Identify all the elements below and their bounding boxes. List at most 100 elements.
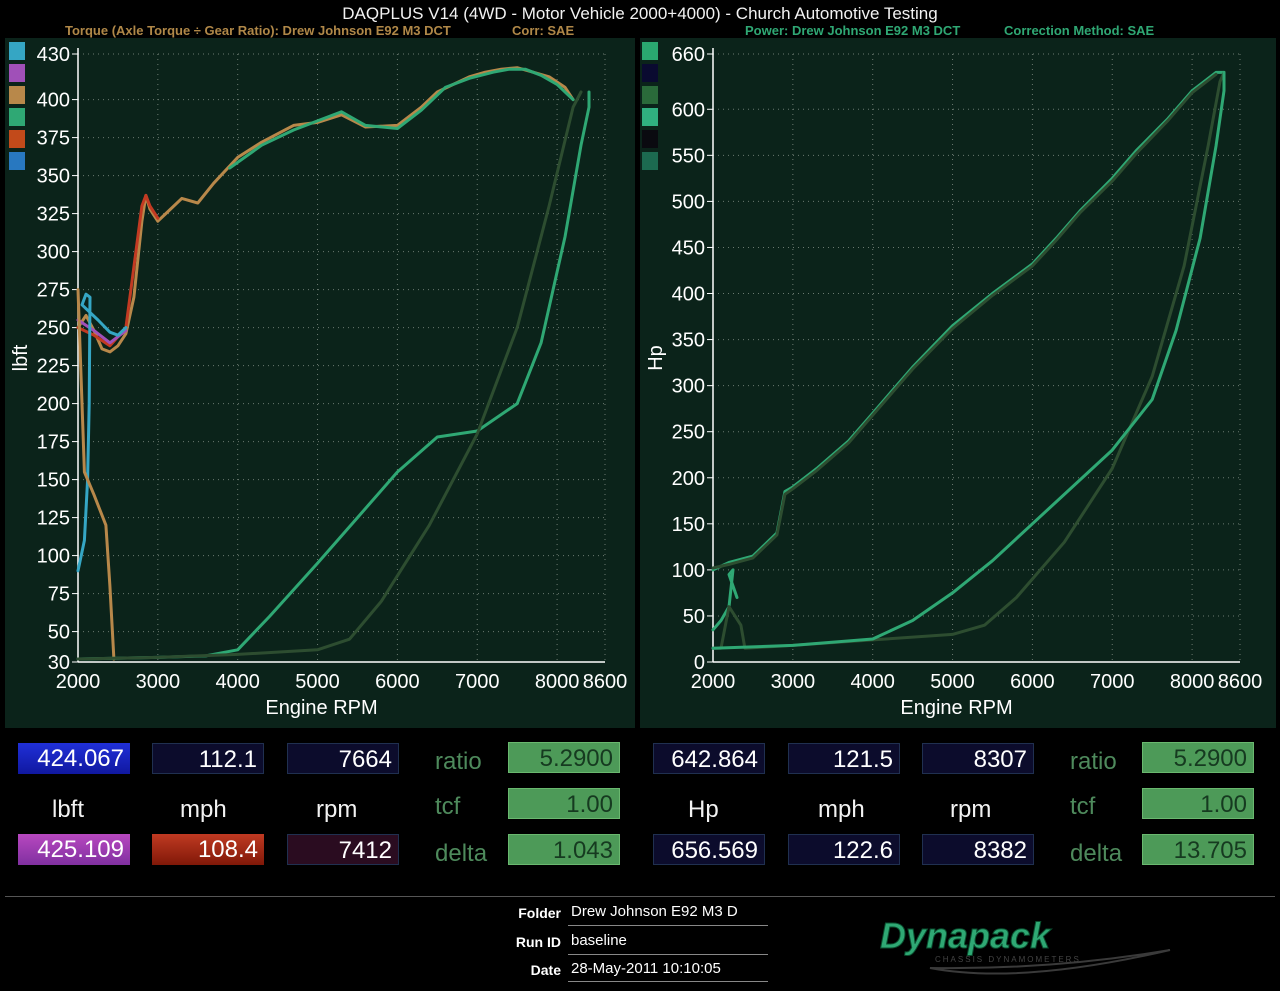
- y-tick-label: 100: [37, 546, 70, 568]
- x-tick-label: 3000: [771, 671, 816, 693]
- series-line-4: [711, 70, 1226, 650]
- y-tick-label: 275: [37, 280, 70, 302]
- legend-swatch-4: [9, 130, 25, 148]
- unit-mph: mph: [180, 796, 227, 823]
- date-value: 28-May-2011 10:10:05: [571, 960, 721, 977]
- series-line-3: [711, 70, 1226, 650]
- y-tick-label: 660: [672, 44, 705, 66]
- rpm-value-2: 8382: [922, 834, 1034, 865]
- legend-swatch-3: [642, 108, 658, 126]
- legend-swatch-5: [9, 152, 25, 170]
- y-tick-label: 300: [37, 242, 70, 264]
- y-tick-label: 50: [48, 622, 70, 644]
- x-tick-label: 5000: [295, 671, 340, 693]
- ratio-value: 5.2900: [1142, 742, 1254, 773]
- y-tick-label: 50: [683, 606, 705, 628]
- y-tick-label: 150: [672, 514, 705, 536]
- power-panel: 2000 3000 4000 5000 6000 7000 8000 8600 0 50 100 15…: [640, 38, 1276, 728]
- logo-text: Dynapack: [880, 915, 1052, 956]
- y-tick-label: 30: [48, 652, 70, 674]
- tcf-label: tcf: [1070, 793, 1096, 820]
- x-tick-label: 7000: [455, 671, 500, 693]
- unit-hp: Hp: [688, 796, 719, 823]
- rpm-value-1: 7664: [287, 743, 399, 774]
- ratio-label: ratio: [435, 748, 482, 775]
- legend-swatch-0: [642, 42, 658, 60]
- x-tick-label: 8000: [535, 671, 580, 693]
- x-tick-label: 4000: [215, 671, 260, 693]
- x-axis-label: Engine RPM: [265, 697, 377, 719]
- power-chart-title: Power: Drew Johnson E92 M3 DCT: [745, 23, 961, 38]
- series-line-5: [76, 90, 591, 661]
- x-tick-label: 5000: [930, 671, 975, 693]
- x-axis-label: Engine RPM: [900, 697, 1012, 719]
- runid-value: baseline: [571, 932, 627, 949]
- legend-swatch-3: [9, 108, 25, 126]
- x-tick-label: 3000: [136, 671, 181, 693]
- torque-chart[interactable]: 2000 3000 4000 5000 6000 7000 8000 8600 30 50 75 10…: [5, 38, 635, 728]
- legend-swatch-0: [9, 42, 25, 60]
- dynapack-logo: Dynapack CHASSIS DYNAMOMETERS: [880, 915, 1171, 975]
- delta-value: 1.043: [508, 834, 620, 865]
- x-tick-label: 8600: [583, 671, 628, 693]
- legend-swatch-2: [9, 86, 25, 104]
- legend-swatch-5: [642, 152, 658, 170]
- y-tick-label: 0: [694, 652, 705, 674]
- mph-value-1: 121.5: [788, 743, 900, 774]
- runid-label: Run ID: [515, 934, 561, 950]
- x-tick-label: 4000: [850, 671, 895, 693]
- mph-value-2: 108.4: [152, 834, 264, 865]
- power-value-1: 642.864: [653, 743, 765, 774]
- power-chart[interactable]: 2000 3000 4000 5000 6000 7000 8000 8600 0 50 100 15…: [640, 38, 1276, 728]
- unit-lbft: lbft: [52, 796, 85, 823]
- power-value-2: 656.569: [653, 834, 765, 865]
- y-tick-label: 500: [672, 191, 705, 213]
- y-tick-label: 350: [672, 330, 705, 352]
- folder-label: Folder: [518, 905, 561, 921]
- date-label: Date: [530, 962, 561, 978]
- legend-swatch-1: [642, 64, 658, 82]
- x-tick-label: 6000: [375, 671, 420, 693]
- y-tick-label: 250: [672, 422, 705, 444]
- unit-mph: mph: [818, 796, 865, 823]
- power-corr-label: Correction Method: SAE: [1004, 23, 1155, 38]
- y-tick-label: 125: [37, 508, 70, 530]
- logo-tagline: CHASSIS DYNAMOMETERS: [935, 955, 1081, 964]
- y-tick-label: 550: [672, 145, 705, 167]
- delta-value: 13.705: [1142, 834, 1254, 865]
- y-tick-label: 300: [672, 376, 705, 398]
- y-tick-label: 75: [48, 584, 70, 606]
- y-tick-label: 430: [37, 44, 70, 66]
- y-tick-label: 150: [37, 470, 70, 492]
- y-tick-label: 450: [672, 237, 705, 259]
- x-tick-label: 2000: [691, 671, 736, 693]
- rpm-value-1: 8307: [922, 743, 1034, 774]
- x-tick-label: 7000: [1090, 671, 1135, 693]
- series-line-7: [228, 67, 575, 170]
- y-tick-label: 400: [672, 284, 705, 306]
- x-tick-label: 6000: [1010, 671, 1055, 693]
- x-tick-label: 8600: [1218, 671, 1263, 693]
- legend-swatch-1: [9, 64, 25, 82]
- x-tick-label: 2000: [56, 671, 101, 693]
- y-tick-label: 225: [37, 356, 70, 378]
- torque-value-1: 424.067: [18, 743, 130, 774]
- y-tick-label: 325: [37, 204, 70, 226]
- y-tick-label: 100: [672, 560, 705, 582]
- rpm-value-2: 7412: [287, 834, 399, 865]
- y-tick-label: 175: [37, 432, 70, 454]
- tcf-label: tcf: [435, 793, 461, 820]
- mph-value-2: 122.6: [788, 834, 900, 865]
- runid-underline: [568, 954, 768, 955]
- y-tick-label: 250: [37, 318, 70, 340]
- legend-swatch-4: [642, 130, 658, 148]
- y-tick-label: 200: [672, 468, 705, 490]
- series-line-1: [711, 72, 1218, 570]
- torque-panel: 2000 3000 4000 5000 6000 7000 8000 8600 30 50 75 10…: [5, 38, 635, 728]
- y-axis-label: lbft: [10, 344, 32, 371]
- torque-value-2: 425.109: [18, 834, 130, 865]
- unit-rpm: rpm: [950, 796, 992, 823]
- y-tick-label: 375: [37, 128, 70, 150]
- unit-rpm: rpm: [316, 796, 358, 823]
- ratio-label: ratio: [1070, 748, 1117, 775]
